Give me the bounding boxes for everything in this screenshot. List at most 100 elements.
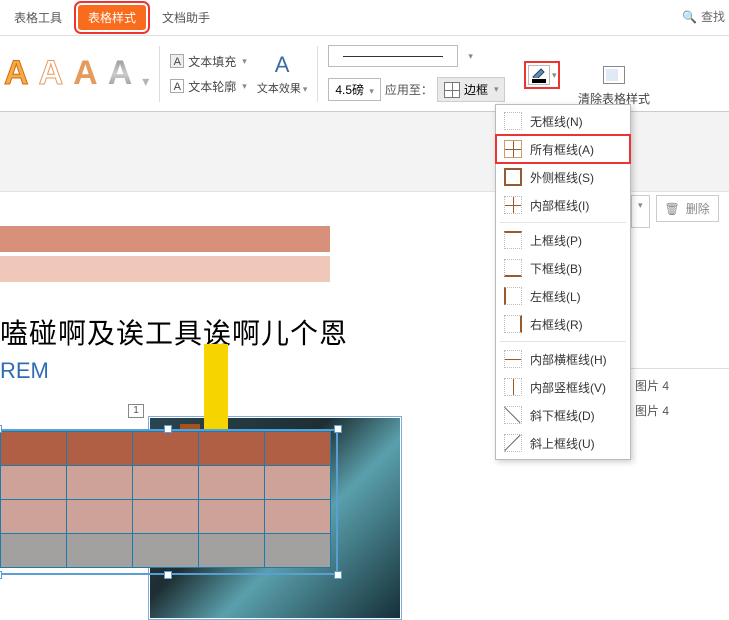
menu-item-label: 斜上框线(U) <box>530 435 595 452</box>
wordart-style-icon: A <box>73 54 98 93</box>
table-selection-outline <box>0 429 338 575</box>
gallery-more-icon[interactable]: ▾ <box>142 73 149 90</box>
chart-bars <box>0 226 340 282</box>
text-fill-outline-group: A 文本填充 ▾ A 文本轮廓 ▾ <box>170 53 247 95</box>
delete-label: 删除 <box>686 200 710 217</box>
chevron-down-icon: ▾ <box>242 56 247 67</box>
tab-bar: 表格工具 表格样式 文档助手 <box>0 0 729 36</box>
all-borders-icon <box>504 140 522 158</box>
tab-table-tools[interactable]: 表格工具 <box>4 5 72 30</box>
selection-handle[interactable] <box>164 425 172 433</box>
menu-item-label: 斜下框线(D) <box>530 407 595 424</box>
trash-icon: 🗑 <box>665 202 680 216</box>
diagonal-up-border-icon <box>504 434 522 452</box>
menu-item-label: 左框线(L) <box>530 288 581 305</box>
delete-button[interactable]: 🗑 删除 <box>656 195 719 222</box>
inside-vertical-border-icon <box>504 378 522 396</box>
menu-item-left-border[interactable]: 左框线(L) <box>496 282 630 310</box>
panel-dropdown[interactable]: ▾ <box>631 195 650 228</box>
right-border-icon <box>504 315 522 333</box>
separator <box>629 368 729 369</box>
inside-horizontal-border-icon <box>504 350 522 368</box>
bar-shape <box>0 226 330 252</box>
tab-table-style[interactable]: 表格样式 <box>78 5 146 30</box>
pen-icon <box>532 68 546 78</box>
apply-to-label: 应用至： <box>385 81 433 98</box>
chevron-down-icon: ▾ <box>242 81 247 92</box>
wordart-style-icon: A <box>39 54 64 93</box>
line-weight-value: 4.5磅 <box>335 83 364 97</box>
right-panel: ▾ 🗑 删除 图片 4 图片 4 <box>629 195 729 423</box>
text-outline-icon: A <box>170 79 184 93</box>
text-fill-button[interactable]: A 文本填充 ▾ <box>170 53 247 70</box>
menu-item-label: 内部竖框线(V) <box>530 379 606 396</box>
left-border-icon <box>504 287 522 305</box>
menu-separator <box>500 341 626 342</box>
menu-item-label: 外侧框线(S) <box>530 169 594 186</box>
menu-item-label: 上框线(P) <box>530 232 582 249</box>
menu-item-label: 下框线(B) <box>530 260 582 277</box>
panel-item[interactable]: 图片 4 <box>629 398 729 423</box>
menu-item-inside-borders[interactable]: 内部框线(I) <box>496 191 630 219</box>
menu-item-inside-vertical-border[interactable]: 内部竖框线(V) <box>496 373 630 401</box>
border-dropdown-button[interactable]: 边框 ▾ <box>437 77 506 102</box>
menu-item-label: 右框线(R) <box>530 316 583 333</box>
chevron-down-icon[interactable]: ▾ <box>468 51 473 62</box>
pen-color-swatch <box>532 79 546 83</box>
menu-item-label: 所有框线(A) <box>530 141 594 158</box>
outside-borders-icon <box>504 168 522 186</box>
menu-item-bottom-border[interactable]: 下框线(B) <box>496 254 630 282</box>
menu-item-label: 内部横框线(H) <box>530 351 607 368</box>
selection-handle[interactable] <box>334 571 342 579</box>
tab-doc-helper[interactable]: 文档助手 <box>152 5 220 30</box>
selection-handle[interactable] <box>164 571 172 579</box>
menu-item-top-border[interactable]: 上框线(P) <box>496 226 630 254</box>
wordart-style-icon: A <box>108 54 133 93</box>
anchor-tag[interactable]: 1 <box>128 404 144 418</box>
panel-item[interactable]: 图片 4 <box>629 373 729 398</box>
slide-canvas: 82 嗑碰啊及诶工具诶啊儿个恩 REM 1 <box>0 226 460 384</box>
text-effect-button[interactable]: A 文本效果▾ <box>257 52 308 96</box>
yellow-bar-shape <box>204 344 228 432</box>
bottom-border-icon <box>504 259 522 277</box>
line-style-selector[interactable] <box>328 45 458 67</box>
wordart-style-icon: A <box>4 54 29 93</box>
text-fill-label: 文本填充 <box>188 53 236 70</box>
menu-item-outside-borders[interactable]: 外侧框线(S) <box>496 163 630 191</box>
line-weight-selector[interactable]: 4.5磅 ▾ <box>328 78 381 101</box>
menu-separator <box>500 222 626 223</box>
border-icon <box>444 82 460 98</box>
chevron-down-icon: ▾ <box>552 70 557 81</box>
menu-item-inside-horizontal-border[interactable]: 内部横框线(H) <box>496 345 630 373</box>
clear-style-icon <box>603 66 625 84</box>
selection-handle[interactable] <box>0 425 2 433</box>
text-effect-label: 文本效果 <box>257 83 301 95</box>
menu-item-diagonal-down-border[interactable]: 斜下框线(D) <box>496 401 630 429</box>
selection-handle[interactable] <box>334 425 342 433</box>
clear-table-style-button[interactable]: 清除表格样式 <box>578 66 650 107</box>
menu-item-label: 无框线(N) <box>530 113 583 130</box>
menu-item-diagonal-up-border[interactable]: 斜上框线(U) <box>496 429 630 457</box>
separator <box>317 46 318 102</box>
search-label: 查找 <box>701 8 725 25</box>
rem-text[interactable]: REM <box>0 358 460 384</box>
border-button-label: 边框 <box>464 81 488 98</box>
menu-item-label: 内部框线(I) <box>530 197 589 214</box>
chevron-down-icon: ▾ <box>369 86 374 96</box>
border-settings-group: ▾ 4.5磅 ▾ 应用至： 边框 ▾ <box>328 45 505 102</box>
wordart-gallery[interactable]: A A A A ▾ <box>4 54 149 93</box>
text-outline-button[interactable]: A 文本轮廓 ▾ <box>170 78 247 95</box>
separator <box>159 46 160 102</box>
menu-item-all-borders[interactable]: 所有框线(A) <box>496 135 630 163</box>
menu-item-no-border[interactable]: 无框线(N) <box>496 107 630 135</box>
selection-handle[interactable] <box>0 571 2 579</box>
text-fill-icon: A <box>170 54 184 68</box>
border-dropdown-menu: 无框线(N) 所有框线(A) 外侧框线(S) 内部框线(I) 上框线(P) 下框… <box>495 104 631 460</box>
pen-color-button[interactable]: ▾ <box>528 65 557 85</box>
diagonal-down-border-icon <box>504 406 522 424</box>
slide-title-text[interactable]: 嗑碰啊及诶工具诶啊儿个恩 <box>0 312 460 352</box>
menu-item-right-border[interactable]: 右框线(R) <box>496 310 630 338</box>
bar-shape <box>0 256 330 282</box>
inside-borders-icon <box>504 196 522 214</box>
search-button[interactable]: 🔍 查找 <box>682 8 725 25</box>
